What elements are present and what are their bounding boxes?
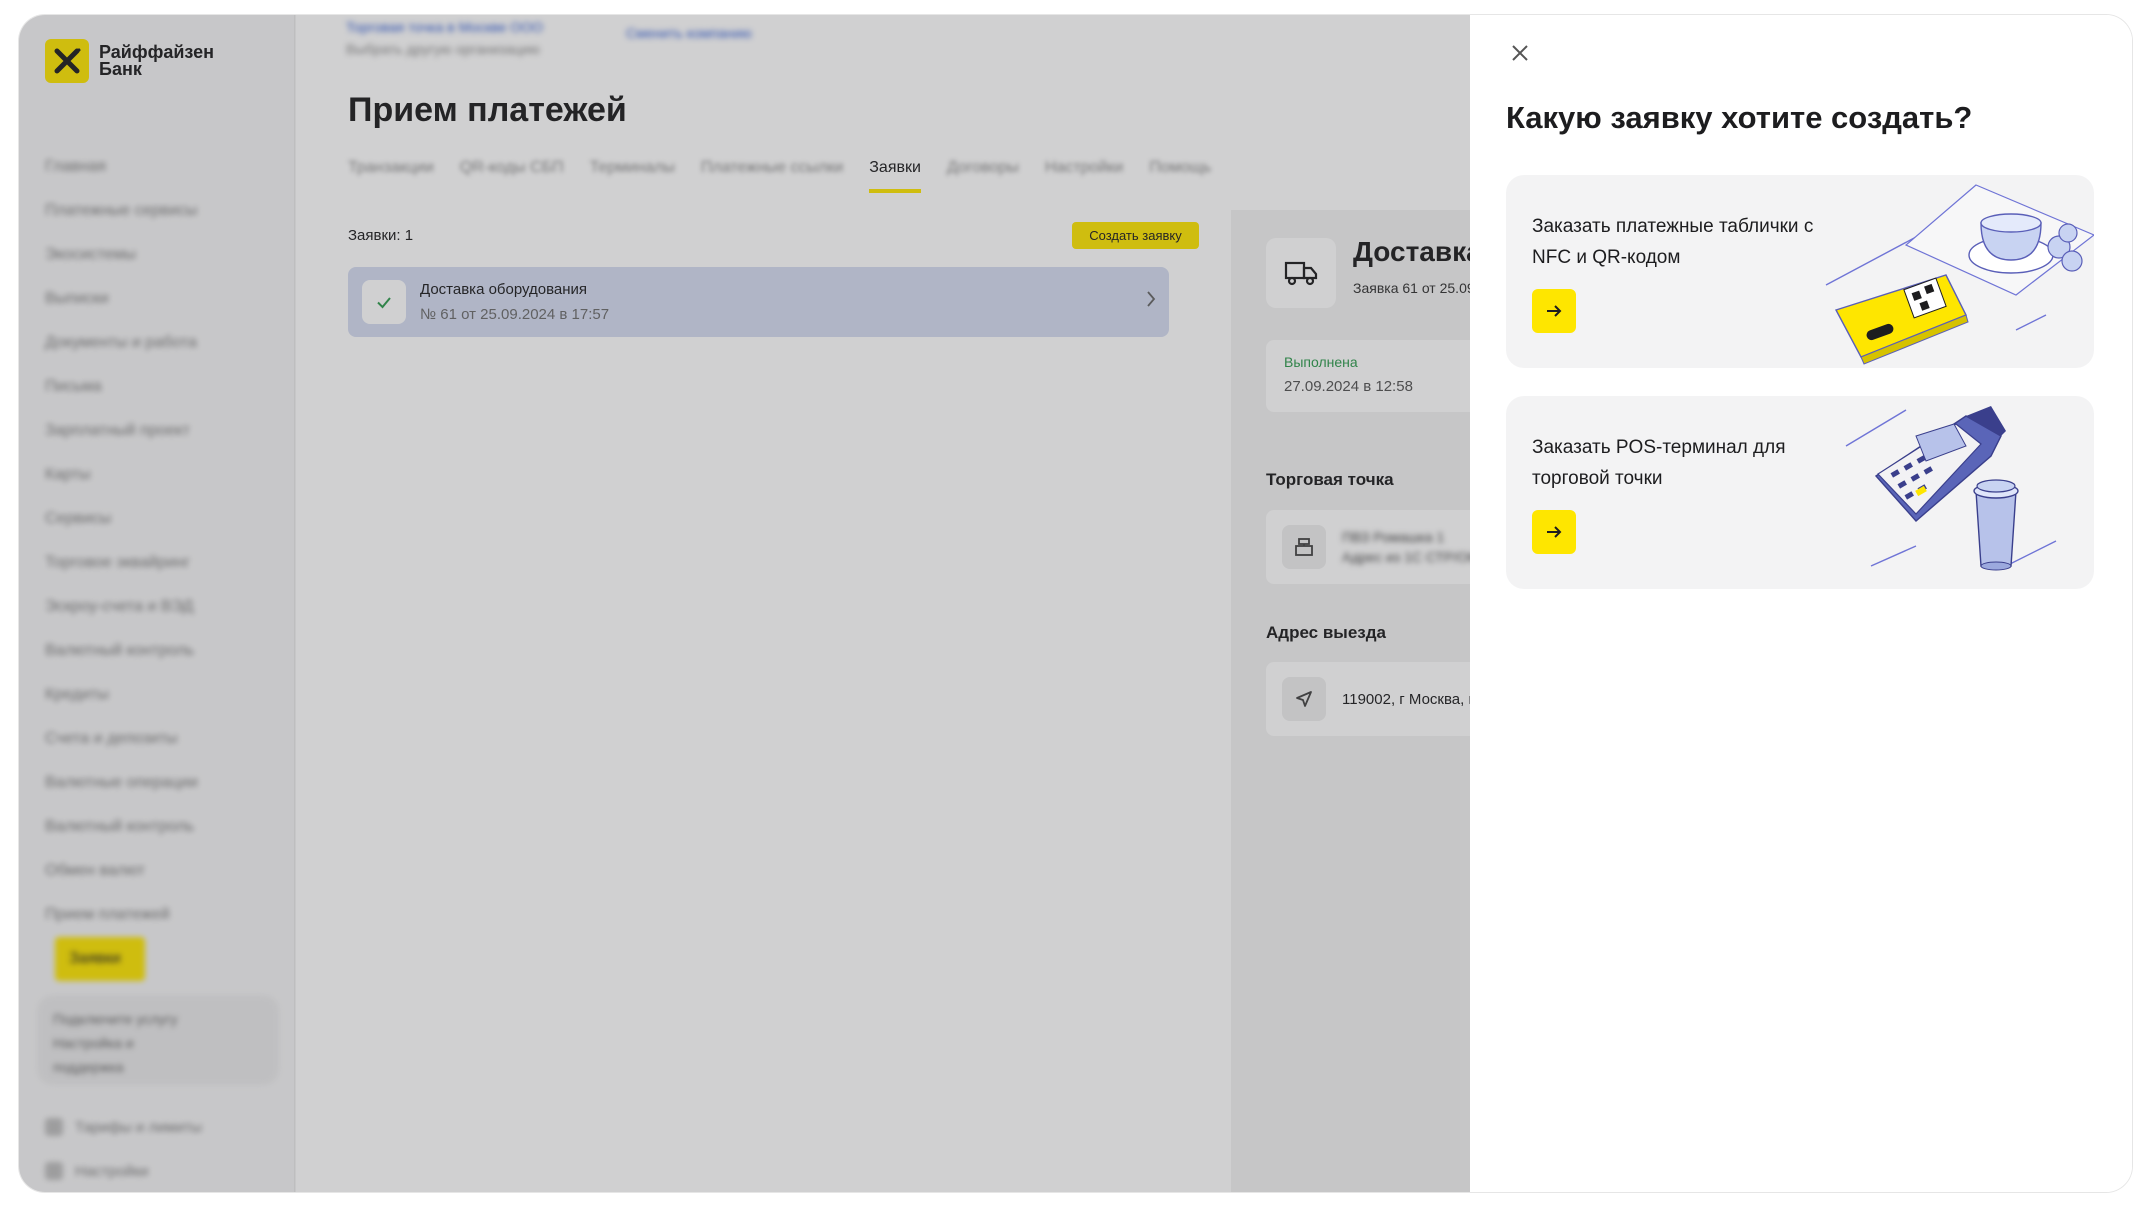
option-pos-text: Заказать POS-терминал для торговой точки [1532,437,1786,489]
pos-terminal-cup-illustration [1845,406,2057,571]
arrow-right-icon[interactable] [1532,510,1576,554]
option-card-nfc-plates[interactable]: Заказать платежные таблички с NFC и QR-к… [1506,175,2094,368]
option-nfc-text: Заказать платежные таблички с NFC и QR-к… [1532,216,1814,268]
drawer-title: Какую заявку хотите создать? [1506,100,1973,135]
create-request-drawer: Какую заявку хотите создать? Заказать пл… [1470,15,2132,1192]
arrow-right-icon[interactable] [1532,289,1576,333]
app-window: Райффайзен Банк Главная Платежные сервис… [19,15,2132,1192]
close-icon[interactable] [1504,37,1536,69]
nfc-plate-coffee-illustration [1825,184,2094,365]
modal-overlay[interactable] [19,15,1470,1192]
option-card-pos-terminal[interactable]: Заказать POS-терминал для торговой точки [1506,396,2094,589]
